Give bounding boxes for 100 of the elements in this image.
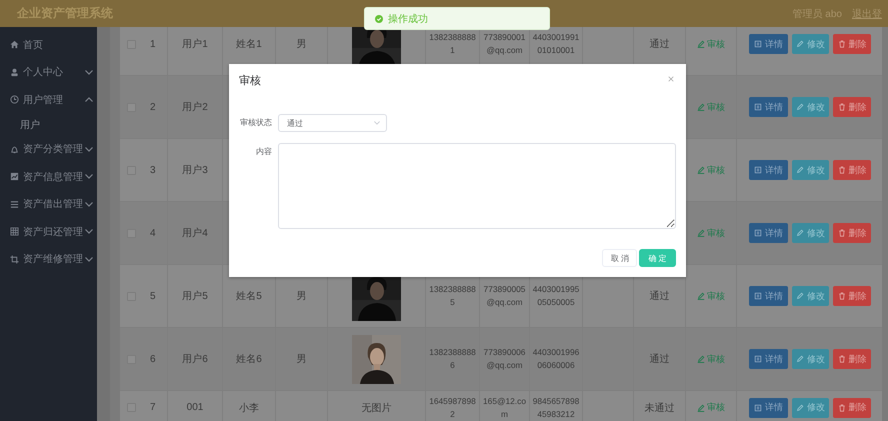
edit-icon <box>697 103 705 111</box>
audit-link[interactable]: 审核 <box>697 290 725 302</box>
status-select[interactable]: 通过 <box>278 114 387 132</box>
detail-button[interactable]: 详情 <box>749 34 788 54</box>
chevron-down-icon <box>374 121 380 125</box>
document-icon <box>754 292 762 300</box>
table-cell: 3 <box>150 164 156 176</box>
table-cell-text: 无图片 <box>362 402 392 414</box>
cancel-button[interactable]: 取 消 <box>602 249 637 267</box>
edit-icon <box>697 166 705 174</box>
table-cell-text: 用户5 <box>182 290 208 303</box>
table-cell-text: 用户1 <box>182 38 208 51</box>
table-cell: 2 <box>150 102 156 112</box>
table-cell-text: 13823888886 <box>428 346 477 372</box>
audit-link[interactable]: 审核 <box>697 401 725 414</box>
edit-icon <box>796 229 804 237</box>
audit-link[interactable]: 审核 <box>697 352 725 366</box>
table-cell: 6 <box>150 354 156 364</box>
delete-button[interactable]: 删除 <box>833 34 871 54</box>
edit-button[interactable]: 修改 <box>792 160 829 180</box>
toast-message: 操作成功 <box>388 12 428 26</box>
menu-item[interactable]: 首页 <box>0 31 97 58</box>
edit-icon <box>796 355 804 363</box>
menu-item[interactable]: 资产借出管理 <box>0 190 97 218</box>
table-cell-text: 男 <box>296 290 306 303</box>
document-icon <box>754 355 762 363</box>
edit-icon <box>796 166 804 174</box>
clock-icon <box>10 95 19 104</box>
trash-icon <box>838 40 846 48</box>
delete-button[interactable]: 删除 <box>833 286 871 306</box>
edit-icon <box>796 404 804 412</box>
table-cell-text: 13823888885 <box>428 283 477 309</box>
submenu-item[interactable]: 用户 <box>0 114 97 136</box>
bell-icon <box>10 144 19 154</box>
table-cell-text: 姓名5 <box>236 290 262 303</box>
dialog-title: 审核 <box>239 74 261 88</box>
delete-button[interactable]: 删除 <box>833 349 871 369</box>
table-cell-text: 用户3 <box>182 164 208 177</box>
document-icon <box>754 229 762 237</box>
delete-button[interactable]: 删除 <box>833 97 871 117</box>
table-cell-text: 773890006@qq.com <box>482 346 526 372</box>
trash-icon <box>838 166 846 174</box>
audit-link[interactable]: 审核 <box>697 226 725 240</box>
table-cell-text: 小李 <box>239 402 259 414</box>
audit-link[interactable]: 审核 <box>697 38 725 50</box>
audit-link[interactable]: 审核 <box>697 100 725 114</box>
detail-button[interactable]: 详情 <box>749 97 788 117</box>
document-icon <box>754 40 762 48</box>
document-icon <box>754 166 762 174</box>
menu-item[interactable]: 个人中心 <box>0 58 97 86</box>
detail-button[interactable]: 详情 <box>749 398 788 418</box>
list-icon <box>10 200 19 209</box>
edit-button[interactable]: 修改 <box>792 286 829 306</box>
table-cell-text: 通过 <box>650 290 670 303</box>
table-cell: 7 <box>150 402 156 413</box>
edit-button[interactable]: 修改 <box>792 223 829 243</box>
menu-item[interactable]: 资产归还管理 <box>0 218 97 246</box>
detail-button[interactable]: 详情 <box>749 349 788 369</box>
content-field[interactable] <box>278 143 676 229</box>
table-cell: 5 <box>150 290 156 302</box>
detail-button[interactable]: 详情 <box>749 223 788 243</box>
document-icon <box>754 103 762 111</box>
table-cell-text: 773890005@qq.com <box>482 283 526 309</box>
chart-icon <box>10 172 19 182</box>
field-label: 审核状态 <box>239 117 272 129</box>
edit-icon <box>697 404 705 412</box>
table-cell-text: 440300199606060006 <box>532 346 580 372</box>
user-icon <box>10 68 19 77</box>
home-icon <box>10 40 19 50</box>
audit-link[interactable]: 审核 <box>697 164 725 176</box>
detail-button[interactable]: 详情 <box>749 160 788 180</box>
edit-button[interactable]: 修改 <box>792 349 829 369</box>
check-circle-icon <box>375 14 383 22</box>
table-cell: 001 <box>186 402 204 413</box>
edit-button[interactable]: 修改 <box>792 97 829 117</box>
delete-button[interactable]: 删除 <box>833 398 871 418</box>
table-cell-text: 16459878982 <box>428 394 477 420</box>
table-cell-text: 440300199505050005 <box>532 283 580 309</box>
detail-button[interactable]: 详情 <box>749 286 788 306</box>
table-cell-text: 13823888881 <box>428 31 477 57</box>
confirm-button[interactable]: 确 定 <box>639 249 676 267</box>
delete-button[interactable]: 删除 <box>833 160 871 180</box>
menu-item[interactable]: 资产分类管理 <box>0 136 97 163</box>
table-cell-text: 165@12.com <box>482 394 527 420</box>
trash-icon <box>838 292 846 300</box>
edit-button[interactable]: 修改 <box>792 34 829 54</box>
delete-button[interactable]: 删除 <box>833 223 871 243</box>
menu-item[interactable]: 用户管理 <box>0 86 97 114</box>
table-cell-text: 未通过 <box>644 402 674 414</box>
trash-icon <box>838 355 846 363</box>
edit-button[interactable]: 修改 <box>792 398 829 418</box>
menu-item[interactable]: 资产维修管理 <box>0 246 97 273</box>
menu-item[interactable]: 资产信息管理 <box>0 163 97 190</box>
edit-icon <box>697 292 705 300</box>
edit-icon <box>796 103 804 111</box>
trash-icon <box>838 229 846 237</box>
edit-icon <box>796 292 804 300</box>
table-cell-text: 男 <box>296 353 306 366</box>
close-icon[interactable] <box>668 76 674 82</box>
table-cell-text: 用户2 <box>182 100 208 114</box>
